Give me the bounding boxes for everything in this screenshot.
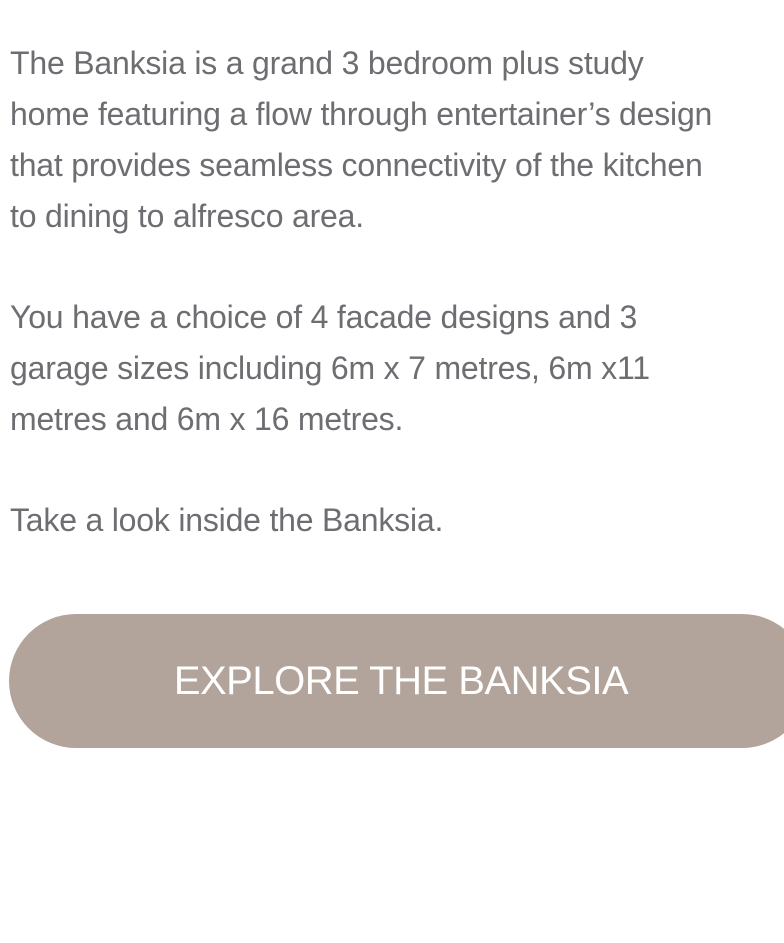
- explore-banksia-button[interactable]: EXPLORE THE BANKSIA: [9, 614, 784, 748]
- description-paragraph-intro: The Banksia is a grand 3 bedroom plus st…: [10, 38, 784, 242]
- description-line: Take a look inside the Banksia.: [10, 502, 444, 538]
- description-line: home featuring a flow through entertaine…: [10, 96, 713, 132]
- home-description: The Banksia is a grand 3 bedroom plus st…: [10, 38, 784, 596]
- description-line: You have a choice of 4 facade designs an…: [10, 299, 638, 335]
- description-line: to dining to alfresco area.: [10, 198, 364, 234]
- description-paragraph-invite: Take a look inside the Banksia.: [10, 495, 784, 546]
- description-paragraph-options: You have a choice of 4 facade designs an…: [10, 292, 784, 445]
- description-line: metres and 6m x 16 metres.: [10, 401, 404, 437]
- description-line: garage sizes including 6m x 7 metres, 6m…: [10, 350, 650, 386]
- description-line: that provides seamless connectivity of t…: [10, 147, 703, 183]
- explore-banksia-button-label: EXPLORE THE BANKSIA: [173, 659, 629, 703]
- description-line: The Banksia is a grand 3 bedroom plus st…: [10, 45, 644, 81]
